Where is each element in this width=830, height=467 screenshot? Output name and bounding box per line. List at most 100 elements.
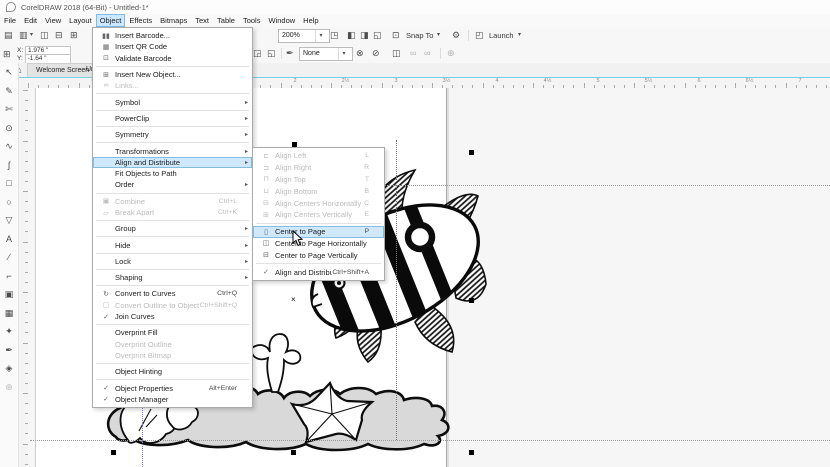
ruler-label: 6 [697,78,700,84]
mesh-fill-tool[interactable]: ▦ [0,304,18,323]
marquee-vertical-line [396,140,397,440]
outline-width-combo[interactable]: None ▾ [299,47,353,61]
launch-arrow-icon[interactable]: ▾ [518,29,521,42]
quick-customize-button[interactable]: ⊕ [0,378,18,397]
selection-handle[interactable] [469,150,474,155]
menu-item-lock[interactable]: Lock▸ [93,256,252,267]
menu-item-label: Center to Page Horizontally [275,239,369,248]
connector-tool[interactable]: ⌐ [0,267,18,286]
paste-props-icon[interactable]: ◱ [267,47,276,60]
zoom-dropdown-arrow-icon[interactable]: ▾ [315,30,326,42]
menubar-item-table[interactable]: Table [213,14,239,27]
menu-item-insert-new-object[interactable]: ⊞Insert New Object... [93,69,252,80]
menu-item-label: Break Apart [115,208,218,217]
show-rulers-icon[interactable]: ◧ [347,29,356,42]
gear-icon[interactable]: ⚙ [452,29,460,42]
remove-fill-icon[interactable]: ⊘ [372,47,380,60]
menu-item-fit-objects-to-path[interactable]: Fit Objects to Path [93,168,252,179]
snap-icon[interactable]: ⊡ [392,29,400,42]
zoom-tool[interactable]: ⊙ [0,119,18,138]
menu-item-transformations[interactable]: Transformations▸ [93,145,252,156]
menubar-item-bitmaps[interactable]: Bitmaps [156,14,191,27]
menu-item-symmetry[interactable]: Symmetry▸ [93,129,252,140]
align-centers-horizontally-icon: ⊟ [257,199,275,207]
paste-icon[interactable]: ⊞ [70,29,78,42]
group-icon[interactable]: ◫ [392,47,401,60]
menu-separator [96,93,249,94]
launch-box-icon[interactable]: ◰ [475,29,484,42]
outline-width-arrow-icon[interactable]: ▾ [338,48,349,60]
submenu-arrow-icon: ▸ [240,225,248,232]
pick-tool[interactable]: ↖ [0,63,18,82]
menubar-item-tools[interactable]: Tools [239,14,265,27]
menu-item-object-hinting[interactable]: Object Hinting [93,366,252,377]
show-grid-icon[interactable]: ◨ [360,29,369,42]
window-title: CorelDRAW 2018 (64-Bit) - Untitled-1* [21,3,149,12]
menu-item-center-to-page-vertically[interactable]: ⊟Center to Page Vertically [253,249,384,261]
menu-item-overprint-fill[interactable]: Overprint Fill [93,327,252,338]
menubar-item-layout[interactable]: Layout [65,14,96,27]
menu-item-shaping[interactable]: Shaping▸ [93,272,252,283]
artistic-media-tool[interactable]: ʃ [0,156,18,175]
menu-item-align-and-distribute[interactable]: ✓Align and DistributeCtrl+Shift+A [253,266,384,278]
show-guidelines-icon[interactable]: ◱ [373,29,382,42]
menubar-item-window[interactable]: Window [264,14,299,27]
remove-outline-icon[interactable]: ⊗ [356,47,364,60]
menu-item-powerclip[interactable]: PowerClip▸ [93,113,252,124]
menu-item-insert-qr-code[interactable]: ▦Insert QR Code [93,41,252,52]
open-dropdown-arrow-icon[interactable]: ▾ [30,29,33,42]
zoom-level-combo[interactable]: 200% ▾ [278,29,330,43]
menu-item-label: Insert Barcode... [115,31,237,40]
selection-handle[interactable] [111,450,116,455]
menu-item-object-properties[interactable]: ✓Object PropertiesAlt+Enter [93,382,252,393]
color-eyedropper-tool[interactable]: ✦ [0,322,18,341]
outline-pen-small-icon[interactable]: ✒ [286,47,294,60]
menu-item-join-curves[interactable]: ✓Join Curves [93,311,252,322]
open-icon[interactable]: ▥ [19,29,28,42]
menubar-item-file[interactable]: File [0,14,20,27]
launch-button[interactable]: Launch [489,31,514,40]
new-document-icon[interactable]: ▤ [4,29,13,42]
parallel-dimension-tool[interactable]: ∕ [0,248,18,267]
selection-handle[interactable] [291,450,296,455]
menubar-item-text[interactable]: Text [191,14,213,27]
menu-item-symbol[interactable]: Symbol▸ [93,96,252,107]
copy-props-icon[interactable]: ◲ [253,47,262,60]
shape-tool[interactable]: ✎ [0,82,18,101]
menubar-item-help[interactable]: Help [299,14,322,27]
menu-item-center-to-page-horizontally[interactable]: ◫Center to Page Horizontally [253,238,384,250]
freehand-tool[interactable]: ∿ [0,137,18,156]
menubar-item-edit[interactable]: Edit [20,14,41,27]
menubar-item-object[interactable]: Object [96,14,126,27]
drop-shadow-tool[interactable]: ▣ [0,285,18,304]
snap-to-arrow-icon[interactable]: ▾ [437,29,440,42]
crop-tool[interactable]: ✄ [0,100,18,119]
insert-new-object-icon: ⊞ [97,71,115,79]
menu-item-group[interactable]: Group▸ [93,223,252,234]
ellipse-tool[interactable]: ○ [0,193,18,212]
zoom-level-value: 200% [282,30,312,42]
menu-item-insert-barcode[interactable]: ▮▮Insert Barcode... [93,30,252,41]
interactive-fill-tool[interactable]: ◈ [0,359,18,378]
snap-to-button[interactable]: Snap To [406,31,433,40]
menu-item-align-and-distribute[interactable]: Align and Distribute▸ [93,157,252,168]
menu-item-object-manager[interactable]: ✓Object Manager [93,394,252,405]
menu-item-validate-barcode[interactable]: ⊡Validate Barcode [93,53,252,64]
menubar-item-view[interactable]: View [41,14,65,27]
rectangle-tool[interactable]: □ [0,174,18,193]
text-tool[interactable]: A [0,230,18,249]
menu-separator [96,379,249,380]
menu-item-convert-to-curves[interactable]: ↻Convert to CurvesCtrl+Q [93,288,252,299]
menu-item-order[interactable]: Order▸ [93,179,252,190]
save-icon[interactable]: ◫ [40,29,49,42]
polygon-tool[interactable]: ▽ [0,211,18,230]
menu-item-center-to-page[interactable]: ▯Center to PageP [253,226,384,238]
selection-handle[interactable] [469,450,474,455]
menubar-item-effects[interactable]: Effects [125,14,156,27]
print-icon[interactable]: ⊟ [55,29,63,42]
selection-handle[interactable] [469,298,474,303]
fullscreen-preview-icon[interactable]: ◳ [330,29,339,42]
menu-item-hide[interactable]: Hide▸ [93,239,252,250]
links-icon: ∞ [97,82,115,89]
outline-pen-tool[interactable]: ✒ [0,341,18,360]
